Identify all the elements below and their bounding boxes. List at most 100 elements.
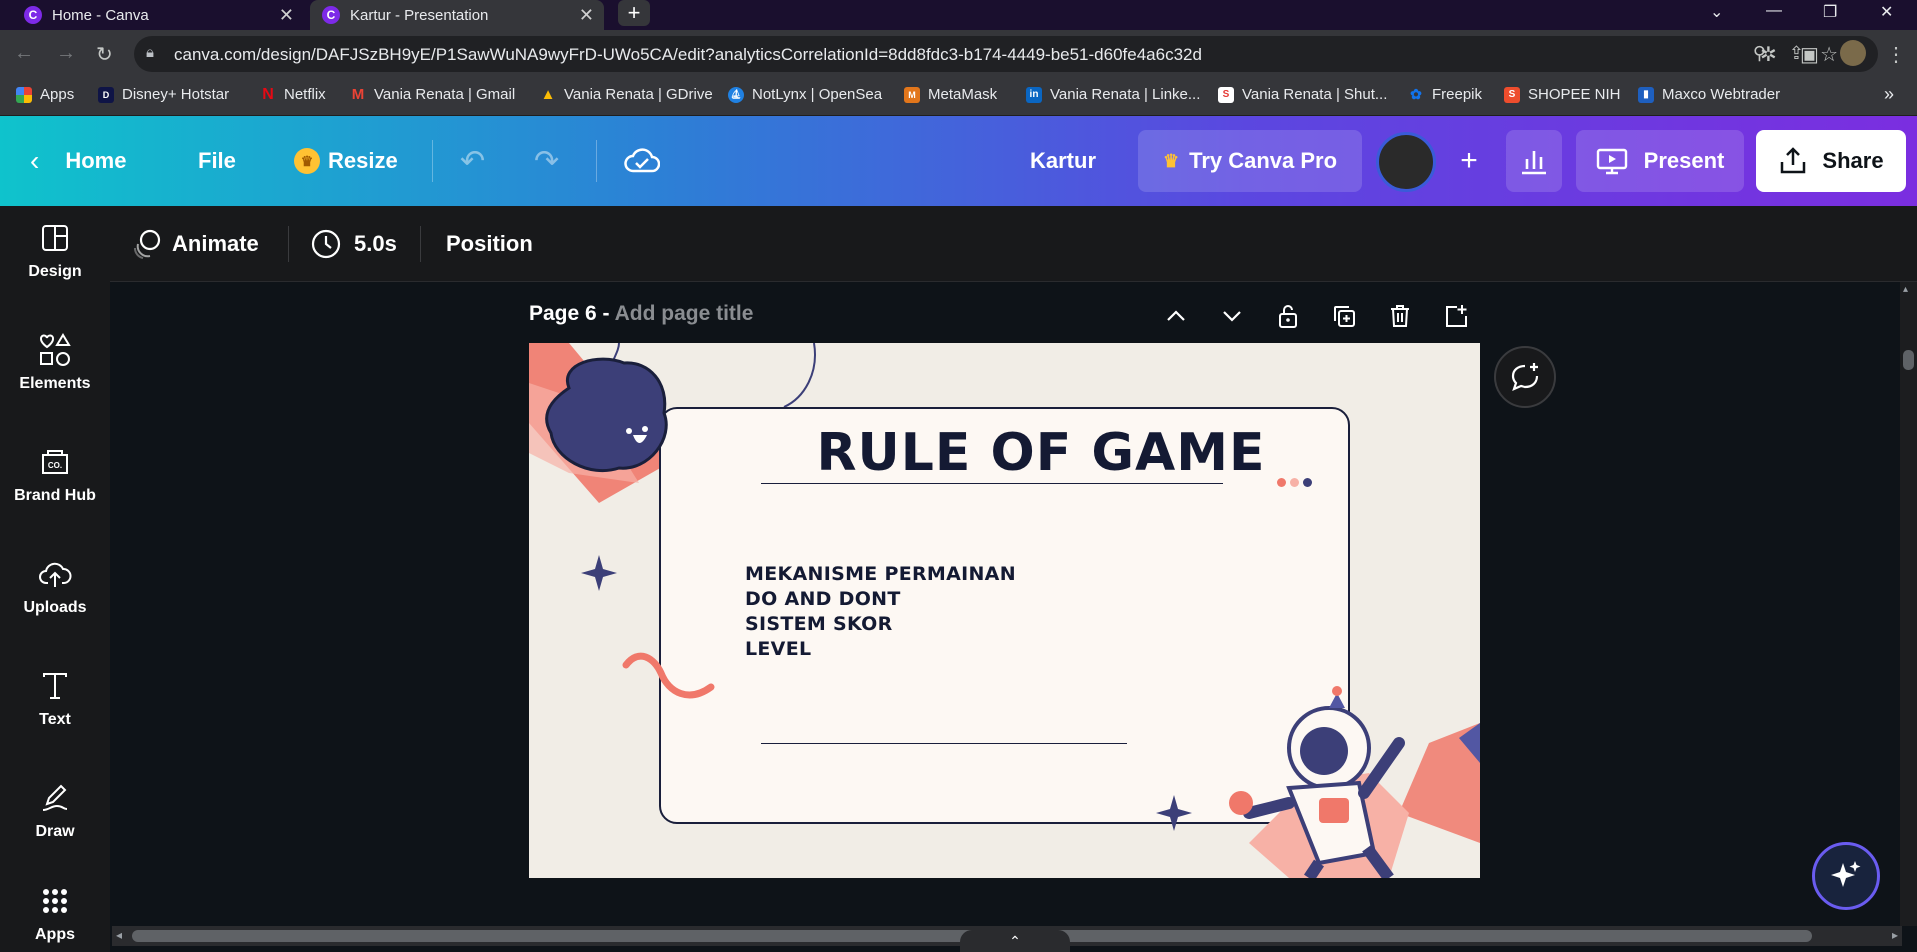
sidebar-item-design[interactable]: Design [0, 206, 110, 296]
duration-label: 5.0s [354, 231, 397, 256]
redo-icon[interactable]: ↷ [534, 116, 559, 206]
reload-icon[interactable]: ↻ [96, 42, 113, 67]
bookmark-linkedin[interactable]: in Vania Renata | Linke... [1026, 86, 1200, 103]
scrollbar-thumb[interactable] [1903, 350, 1914, 370]
bookmark-freepik[interactable]: ✿ Freepik [1408, 86, 1482, 103]
cloud-saved-icon[interactable] [624, 116, 660, 206]
rule-item[interactable]: LEVEL [745, 638, 811, 660]
tab-title: Kartur - Presentation [350, 6, 489, 24]
page-title-input[interactable]: Add page title [615, 302, 754, 325]
bottom-divider-line [761, 743, 1127, 744]
sidebar-item-text[interactable]: Text [0, 654, 110, 744]
design-layout-icon [38, 221, 72, 255]
bookmark-metamask[interactable]: M MetaMask [904, 86, 997, 103]
clock-icon [311, 229, 341, 259]
bookmark-netflix[interactable]: N Netflix [260, 85, 326, 104]
close-window-icon[interactable]: ✕ [1880, 2, 1893, 22]
bookmark-maxco[interactable]: ▮ Maxco Webtrader [1638, 86, 1780, 103]
duplicate-page-icon[interactable] [1330, 302, 1358, 330]
share-label: Share [1822, 148, 1884, 173]
more-menu-icon[interactable]: ⋮ [1886, 42, 1906, 67]
resize-label: Resize [328, 148, 398, 173]
decor-dot [1277, 478, 1286, 487]
bookmark-apps[interactable]: Apps [16, 86, 74, 103]
close-tab-icon[interactable]: ✕ [579, 5, 594, 26]
forward-arrow-icon[interactable]: → [56, 42, 76, 65]
crown-icon: ♛ [1162, 150, 1180, 171]
share-button[interactable]: Share [1756, 130, 1906, 192]
insights-button[interactable] [1506, 130, 1562, 192]
file-menu-button[interactable]: File [198, 116, 236, 206]
add-page-icon[interactable] [1442, 302, 1470, 330]
slide-title[interactable]: RULE OF GAME [811, 423, 1271, 483]
scroll-left-icon[interactable]: ◂ [116, 928, 122, 942]
lock-page-icon[interactable] [1274, 302, 1302, 330]
sidebar-item-label: Uploads [23, 599, 87, 616]
vertical-scrollbar[interactable]: ▴ [1900, 282, 1917, 926]
bookmark-label: Netflix [284, 86, 326, 103]
content-card[interactable]: RULE OF GAME MEKANISME PERMAINAN DO AND … [659, 407, 1350, 824]
try-canva-pro-button[interactable]: ♛ Try Canva Pro [1138, 130, 1362, 192]
bookmark-gmail[interactable]: M Vania Renata | Gmail [350, 86, 515, 103]
browser-tab-home[interactable]: C Home - Canva ✕ [0, 0, 304, 30]
bookmark-label: MetaMask [928, 86, 998, 103]
page-title-bar: Page 6 - Add page title [529, 302, 753, 326]
rule-item[interactable]: SISTEM SKOR [745, 613, 893, 635]
try-pro-label: Try Canva Pro [1189, 148, 1338, 173]
bookmark-label: Freepik [1432, 86, 1483, 103]
bookmarks-overflow-button[interactable]: » [1884, 84, 1894, 105]
home-button[interactable]: ‹ Home [30, 116, 126, 206]
rule-item[interactable]: DO AND DONT [745, 588, 901, 610]
gmail-icon: M [351, 86, 365, 103]
address-bar[interactable]: 🔒︎ canva.com/design/DAFJSzBH9yE/P1SawWuN… [134, 36, 1878, 72]
user-avatar[interactable] [1376, 132, 1436, 192]
svg-text:CO.: CO. [48, 461, 62, 470]
rule-item[interactable]: MEKANISME PERMAINAN [745, 563, 1016, 585]
tab-search-chevron-icon[interactable]: ⌄ [1710, 2, 1723, 22]
new-tab-button[interactable]: + [618, 0, 650, 26]
apps-grid-icon [38, 884, 72, 918]
resize-button[interactable]: ♛ Resize [294, 116, 398, 206]
position-button[interactable]: Position [446, 206, 533, 282]
magic-assistant-button[interactable] [1812, 842, 1880, 910]
profile-avatar[interactable] [1840, 40, 1866, 66]
sidebar-item-uploads[interactable]: Uploads [0, 542, 110, 632]
close-tab-icon[interactable]: ✕ [279, 5, 294, 26]
gdrive-icon: ▲ [540, 86, 556, 103]
text-t-icon [38, 669, 72, 703]
duration-button[interactable]: 5.0s [310, 206, 397, 282]
bookmark-shopee[interactable]: S SHOPEE NIH [1504, 86, 1621, 103]
animate-button[interactable]: Animate [132, 206, 259, 282]
slide-canvas[interactable]: RULE OF GAME MEKANISME PERMAINAN DO AND … [529, 343, 1480, 878]
animate-label: Animate [172, 231, 259, 256]
minimize-icon[interactable]: — [1766, 2, 1782, 20]
side-panel-icon[interactable]: ▣ [1800, 42, 1819, 67]
expand-pages-chevron-icon[interactable]: ⌃ [960, 930, 1070, 952]
browser-tab-presentation[interactable]: C Kartur - Presentation ✕ [310, 0, 604, 30]
bookmark-gdrive[interactable]: ▲ Vania Renata | GDrive [540, 86, 713, 103]
document-title[interactable]: Kartur [1030, 116, 1096, 206]
bookmark-opensea[interactable]: ⛵︎ NotLynx | OpenSea [728, 86, 882, 103]
add-collaborator-icon[interactable]: + [1444, 136, 1494, 186]
undo-icon[interactable]: ↶ [460, 116, 485, 206]
sidebar-item-apps[interactable]: Apps [0, 878, 110, 952]
present-button[interactable]: Present [1576, 130, 1744, 192]
hotstar-icon: D [98, 86, 114, 103]
chevron-down-icon[interactable] [1218, 302, 1246, 330]
bookmark-label: Maxco Webtrader [1662, 86, 1781, 103]
bookmark-hotstar[interactable]: D Disney+ Hotstar [98, 86, 229, 103]
trash-icon[interactable] [1386, 302, 1414, 330]
sidebar-item-draw[interactable]: Draw [0, 766, 110, 856]
scroll-up-icon[interactable]: ▴ [1903, 284, 1908, 295]
netflix-icon: N [262, 85, 274, 103]
scroll-right-icon[interactable]: ▸ [1892, 928, 1898, 942]
add-comment-button[interactable] [1494, 346, 1556, 408]
restore-icon[interactable]: ❐ [1823, 2, 1837, 22]
extensions-puzzle-icon[interactable]: ✲ [1760, 42, 1777, 67]
bookmark-shutterstock[interactable]: S Vania Renata | Shut... [1218, 86, 1387, 103]
chevron-up-icon[interactable] [1162, 302, 1190, 330]
sidebar-item-elements[interactable]: Elements [0, 318, 110, 408]
back-arrow-icon[interactable]: ← [14, 42, 34, 65]
bookmark-star-icon[interactable]: ☆ [1820, 42, 1838, 67]
sidebar-item-brand-hub[interactable]: CO. Brand Hub [0, 430, 110, 520]
